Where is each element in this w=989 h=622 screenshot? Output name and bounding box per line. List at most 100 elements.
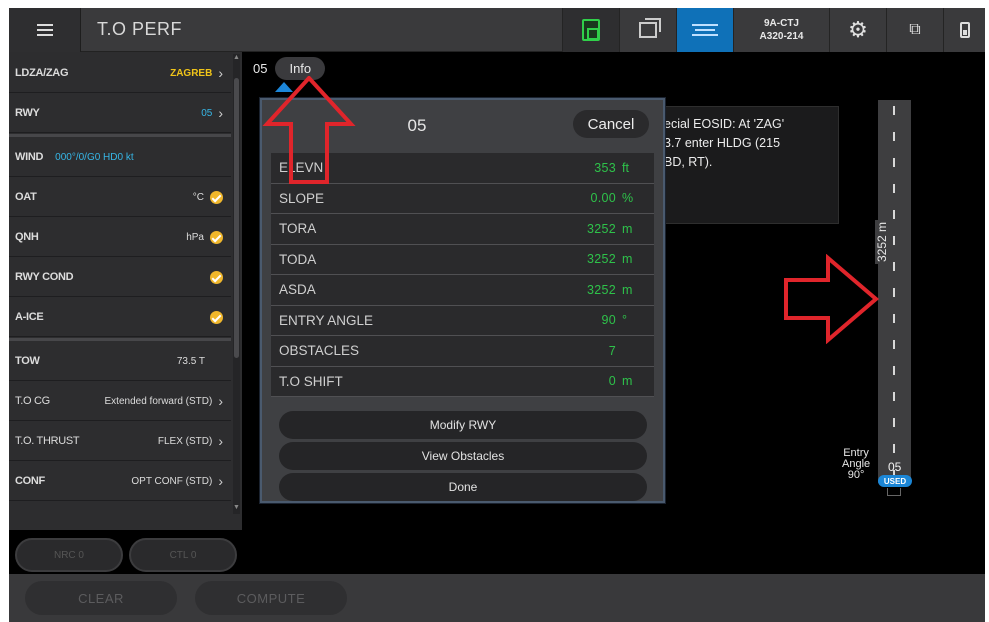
battery-button[interactable] [943, 8, 985, 52]
tow-value: 73.5 T [176, 355, 205, 367]
qnh-unit: hPa [186, 231, 204, 243]
eosid-text-line: BD, RT). [664, 155, 713, 169]
entry-angle-label: Entry Angle 90° [842, 448, 870, 481]
row-value: 3252 [586, 282, 616, 297]
oat-label: OAT [15, 191, 37, 203]
row-label: OBSTACLES [279, 343, 360, 359]
table-row: OBSTACLES 7 [271, 336, 654, 367]
runway-threshold-label: 05 [888, 460, 902, 474]
warning-icon [210, 270, 223, 284]
battery-icon [959, 22, 970, 38]
scroll-down-icon: ▼ [233, 504, 240, 511]
to-thrust-row[interactable]: T.O. THRUST FLEX (STD) › [9, 422, 231, 461]
runway-centerline [893, 106, 895, 476]
compute-button[interactable]: COMPUTE [195, 581, 347, 615]
tow-label: TOW [15, 355, 40, 367]
gear-icon: ⚙ [848, 17, 868, 42]
aircraft-selector[interactable]: 9A-CTJ A320-214 [733, 8, 829, 52]
row-label: TORA [279, 221, 317, 237]
table-row: SLOPE 0.00% [271, 183, 654, 214]
row-unit: ft [622, 160, 629, 175]
rwy-cond-label: RWY COND [15, 271, 74, 283]
copy-button[interactable]: ⧉ [886, 8, 943, 52]
row-label: SLOPE [279, 190, 325, 206]
warning-icon [210, 190, 223, 204]
menu-button[interactable] [9, 8, 81, 52]
row-label: TODA [279, 251, 317, 267]
to-cg-row[interactable]: T.O CG Extended forward (STD) › [9, 382, 231, 421]
a-ice-label: A-ICE [15, 311, 44, 323]
to-cg-label: T.O CG [15, 395, 50, 407]
annotation-arrow-up [262, 76, 356, 184]
runway-view-button[interactable] [676, 8, 733, 52]
a-ice-row[interactable]: A-ICE [9, 298, 231, 337]
oat-unit: °C [192, 191, 204, 203]
row-label: T.O SHIFT [279, 373, 343, 389]
table-row: TORA 3252 m [271, 214, 654, 245]
row-unit: m [622, 282, 633, 297]
qnh-row[interactable]: QNH hPa [9, 218, 231, 257]
chevron-right-icon: › [218, 105, 223, 121]
chevron-right-icon: › [218, 433, 223, 449]
to-thrust-value: FLEX (STD) [157, 435, 213, 447]
windows-button[interactable] [619, 8, 676, 52]
row-unit: m [622, 221, 633, 236]
table-row: TODA 3252 m [271, 244, 654, 275]
row-value: 0 [608, 374, 616, 389]
row-value: 7 [608, 343, 616, 358]
warning-icon [210, 230, 223, 244]
annotation-arrow-right [784, 254, 880, 344]
modify-rwy-button[interactable]: Modify RWY [279, 411, 647, 439]
panel-scrollbar[interactable]: ▲ ▼ [233, 54, 240, 514]
wind-value: 000°/0/G0 HD0 kt [55, 151, 134, 163]
settings-button[interactable]: ⚙ [829, 8, 886, 52]
bottom-bar: CLEAR COMPUTE [9, 574, 985, 622]
warning-icon [210, 310, 223, 324]
hamburger-icon [36, 21, 53, 39]
runway-icon [692, 21, 718, 39]
row-value: 353 [594, 160, 616, 175]
chevron-right-icon: › [218, 65, 223, 81]
rwy-row[interactable]: RWY 05 › [9, 94, 231, 133]
to-thrust-label: T.O. THRUST [15, 435, 80, 447]
wind-row[interactable]: WIND 000°/0/G0 HD0 kt [9, 138, 231, 177]
runway-data-table: ELEVN 353 ft SLOPE 0.00% TORA 3252 m TODA 3252 m AS… [271, 153, 654, 397]
eosid-text-line: ecial EOSID: At 'ZAG' [664, 117, 785, 131]
aircraft-type: A320-214 [759, 31, 804, 42]
scrollbar-thumb[interactable] [234, 78, 239, 358]
qnh-label: QNH [15, 231, 39, 243]
table-row: ENTRY ANGLE 90 ° [271, 305, 654, 336]
copy-icon: ⧉ [909, 21, 921, 38]
conf-value: OPT CONF (STD) [131, 475, 213, 487]
windows-icon [639, 18, 661, 38]
tab-runway[interactable]: 05 [253, 61, 267, 76]
row-unit: m [622, 252, 633, 267]
tow-row[interactable]: TOW 73.5 T [9, 342, 231, 381]
to-cg-value: Extended forward (STD) [104, 395, 213, 407]
chevron-right-icon: › [218, 393, 223, 409]
table-row: ASDA 3252 m [271, 275, 654, 306]
clear-button[interactable]: CLEAR [25, 581, 177, 615]
eosid-info-box: ecial EOSID: At 'ZAG' 3.7 enter HLDG (21… [649, 106, 839, 224]
airport-row[interactable]: LDZA/ZAG ZAGREB › [9, 54, 231, 93]
conf-row[interactable]: CONF OPT CONF (STD) › [9, 462, 231, 501]
calculator-icon [582, 19, 600, 41]
perf-calc-button[interactable] [562, 8, 619, 52]
table-row: T.O SHIFT 0 m [271, 366, 654, 397]
row-value: 0.00 [590, 191, 616, 206]
rwy-cond-row[interactable]: RWY COND [9, 258, 231, 297]
airport-label: LDZA/ZAG [15, 67, 69, 79]
ctl-button[interactable]: CTL 0 [129, 538, 237, 572]
oat-row[interactable]: OAT °C [9, 178, 231, 217]
row-unit: ° [622, 313, 627, 328]
rwy-label: RWY [15, 107, 40, 119]
airport-value: ZAGREB [170, 67, 213, 79]
cancel-button[interactable]: Cancel [573, 110, 649, 138]
app-window: T.O PERF 9A-CTJ A320-214 ⚙ ⧉ LDZA/ZAG ZA… [9, 8, 985, 622]
nrc-button[interactable]: NRC 0 [15, 538, 123, 572]
rwy-value: 05 [201, 107, 213, 119]
chevron-right-icon: › [218, 473, 223, 489]
wind-label: WIND [15, 151, 44, 163]
view-obstacles-button[interactable]: View Obstacles [279, 442, 647, 470]
done-button[interactable]: Done [279, 473, 647, 501]
